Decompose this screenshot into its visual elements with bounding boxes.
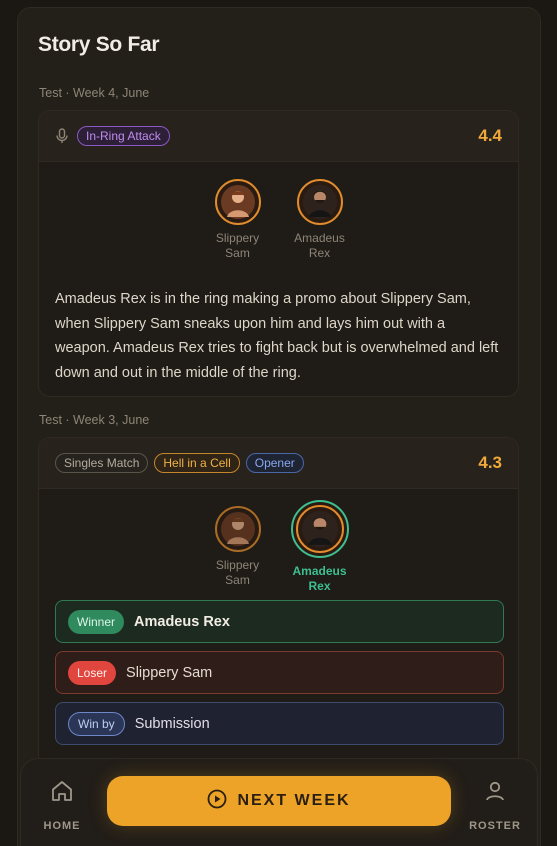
participant[interactable]: Amadeus Rex [291,179,349,261]
winner-name: Amadeus Rex [134,613,230,630]
tag-chip: Opener [245,453,304,473]
nav-home[interactable]: HOME [40,779,84,832]
segment-score: 4.4 [478,126,502,145]
segment-card[interactable]: Singles Match Hell in a Cell Opener 4.3 … [38,437,519,767]
winby-pill: Win by [68,711,125,736]
participant-name: Slippery Sam [215,231,260,260]
week-label: Test · Week 4, June [39,86,150,100]
segment-story: Amadeus Rex is in the ring making a prom… [55,291,499,381]
participant-name: Amadeus Rex [294,231,345,260]
avatar [290,500,349,558]
next-week-label: NEXT WEEK [237,792,351,809]
tag-chip: Singles Match [55,453,149,473]
tag-chip: Hell in a Cell [154,453,240,473]
nav-roster-label: ROSTER [469,820,521,832]
avatar [214,179,261,225]
winby-row: Win by Submission [55,702,504,745]
winner-row: Winner Amadeus Rex [55,600,504,643]
participants: Slippery Sam Amadeus Rex [39,179,518,261]
loser-row: Loser Slippery Sam [55,651,504,694]
next-week-button[interactable]: NEXT WEEK [107,776,451,826]
participant-winner[interactable]: Amadeus Rex [290,500,349,594]
nav-roster[interactable]: ROSTER [469,779,521,832]
tag-chip: In-Ring Attack [77,126,170,146]
participant[interactable]: Slippery Sam [209,179,267,261]
nav-home-label: HOME [43,820,81,832]
winby-method: Submission [134,715,210,732]
segment-header: Singles Match Hell in a Cell Opener 4.3 [39,438,518,489]
winner-pill: Winner [68,609,125,634]
home-icon [50,779,74,808]
participant-name: Slippery Sam [215,558,260,587]
avatar [296,179,343,225]
avatar [214,506,261,552]
participant-name: Amadeus Rex [292,564,347,593]
week-label: Test · Week 3, June [39,413,150,427]
segment-card[interactable]: In-Ring Attack 4.4 Slippery Sam Amadeus … [38,110,519,397]
microphone-icon [55,128,69,144]
participants: Slippery Sam Amadeus Rex [39,500,518,594]
page-title: Story So Far [38,33,160,56]
participant[interactable]: Slippery Sam [209,506,267,594]
user-icon [483,779,507,808]
segment-score: 4.3 [478,453,502,472]
loser-name: Slippery Sam [126,664,213,681]
loser-pill: Loser [68,660,117,685]
segment-header: In-Ring Attack 4.4 [39,111,518,162]
play-circle-icon [207,789,227,814]
